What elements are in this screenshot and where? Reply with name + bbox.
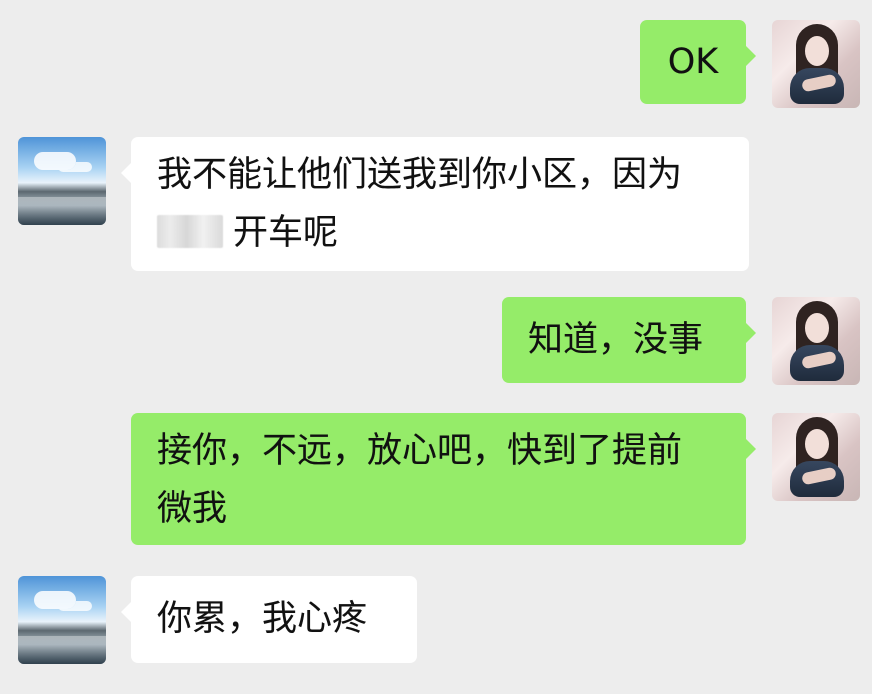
user-avatar[interactable] xyxy=(772,413,860,501)
user-avatar[interactable] xyxy=(772,297,860,385)
water-shape xyxy=(18,636,106,664)
message-text-line-2: 开车呢 xyxy=(157,204,723,262)
water-shape xyxy=(18,197,106,225)
contact-avatar[interactable] xyxy=(18,137,106,225)
chat-conversation: OK 我不能让他们送我到你小区，因为 开车呢 知道，没事 接你，不远，放心吧，快… xyxy=(0,0,872,694)
message-text: 接你，不远，放心吧，快到了提前 xyxy=(157,431,683,471)
message-bubble-ok[interactable]: OK xyxy=(640,20,756,104)
message-text: 你累，我心疼 xyxy=(157,599,368,639)
message-text: OK xyxy=(667,42,719,82)
message-bubble-sent-3[interactable]: 接你，不远，放心吧，快到了提前 微我 xyxy=(131,413,756,545)
message-text: 我不能让他们送我到你小区，因为 xyxy=(157,155,683,195)
face-shape xyxy=(805,429,829,459)
cloud-shape xyxy=(34,152,76,170)
message-bubble-sent-2[interactable]: 知道，没事 xyxy=(502,297,756,383)
contact-avatar[interactable] xyxy=(18,576,106,664)
message-bubble-received-4[interactable]: 你累，我心疼 xyxy=(121,576,417,663)
user-avatar[interactable] xyxy=(772,20,860,108)
redacted-text-block xyxy=(157,215,223,248)
face-shape xyxy=(805,36,829,66)
message-bubble-received-1[interactable]: 我不能让他们送我到你小区，因为 开车呢 xyxy=(121,137,749,271)
message-text-line-2: 微我 xyxy=(157,489,228,529)
cloud-shape xyxy=(34,591,76,609)
message-text: 知道，没事 xyxy=(528,320,704,360)
message-text-continuation: 开车呢 xyxy=(233,213,339,253)
face-shape xyxy=(805,313,829,343)
